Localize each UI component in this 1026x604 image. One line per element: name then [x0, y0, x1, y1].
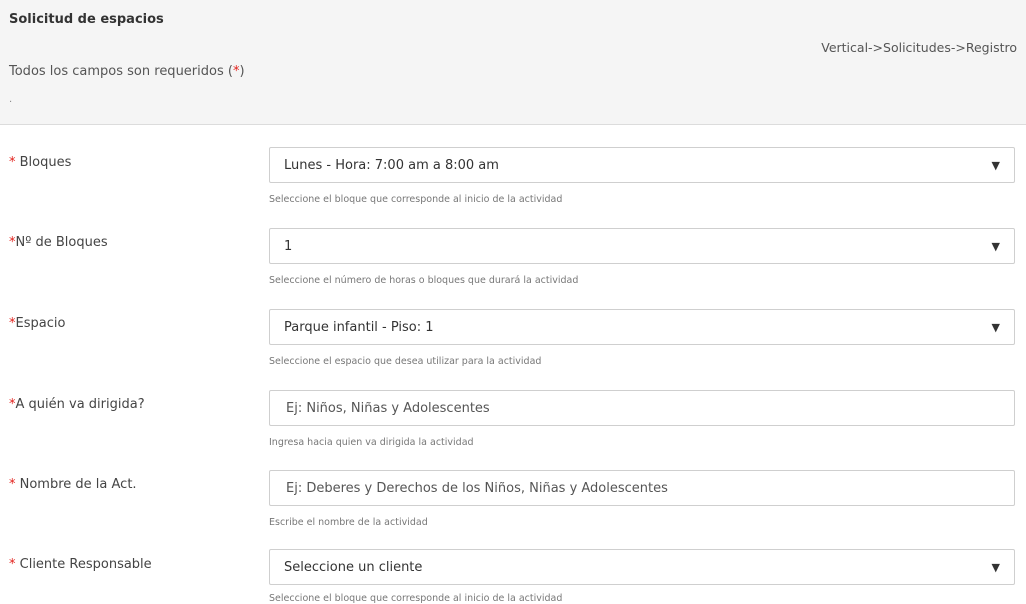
- cliente-label: * Cliente Responsable: [9, 557, 152, 572]
- n-bloques-help: Seleccione el número de horas o bloques …: [269, 275, 579, 286]
- bloques-label: * Bloques: [9, 155, 71, 170]
- n-bloques-label: *Nº de Bloques: [9, 235, 108, 250]
- cliente-select[interactable]: Seleccione un cliente ▼: [269, 549, 1015, 585]
- espacio-label: *Espacio: [9, 316, 65, 331]
- bloques-select-value: Lunes - Hora: 7:00 am a 8:00 am: [284, 157, 499, 173]
- cliente-help: Seleccione el bloque que corresponde al …: [269, 593, 563, 604]
- caret-down-icon: ▼: [991, 239, 1000, 253]
- espacio-select-value: Parque infantil - Piso: 1: [284, 319, 434, 335]
- dirigida-label-text: A quién va dirigida?: [15, 397, 145, 412]
- caret-down-icon: ▼: [991, 158, 1000, 172]
- espacio-label-text: Espacio: [15, 316, 66, 331]
- dirigida-input[interactable]: [284, 399, 1000, 417]
- cliente-label-text: Cliente Responsable: [15, 557, 152, 572]
- header-dot: .: [9, 94, 13, 105]
- required-note-close: ): [239, 64, 245, 79]
- page-title: Solicitud de espacios: [9, 12, 164, 27]
- dirigida-help: Ingresa hacia quien va dirigida la activ…: [269, 437, 474, 448]
- dirigida-field[interactable]: [269, 390, 1015, 426]
- bloques-label-text: Bloques: [15, 155, 72, 170]
- espacio-select[interactable]: Parque infantil - Piso: 1 ▼: [269, 309, 1015, 345]
- n-bloques-select[interactable]: 1 ▼: [269, 228, 1015, 264]
- page-header: Solicitud de espacios Vertical->Solicitu…: [0, 0, 1026, 125]
- cliente-select-value: Seleccione un cliente: [284, 559, 423, 575]
- caret-down-icon: ▼: [991, 560, 1000, 574]
- nombre-label-text: Nombre de la Act.: [15, 477, 137, 492]
- espacio-help: Seleccione el espacio que desea utilizar…: [269, 356, 542, 367]
- required-note-text: Todos los campos son requeridos (: [9, 64, 233, 79]
- caret-down-icon: ▼: [991, 320, 1000, 334]
- required-fields-note: Todos los campos son requeridos (*): [9, 64, 245, 79]
- n-bloques-select-value: 1: [284, 238, 293, 254]
- nombre-input[interactable]: [284, 479, 1000, 497]
- nombre-label: * Nombre de la Act.: [9, 477, 137, 492]
- bloques-help: Seleccione el bloque que corresponde al …: [269, 194, 563, 205]
- bloques-select[interactable]: Lunes - Hora: 7:00 am a 8:00 am ▼: [269, 147, 1015, 183]
- dirigida-label: *A quién va dirigida?: [9, 397, 145, 412]
- n-bloques-label-text: Nº de Bloques: [15, 235, 108, 250]
- breadcrumb: Vertical->Solicitudes->Registro: [821, 40, 1017, 55]
- nombre-field[interactable]: [269, 470, 1015, 506]
- nombre-help: Escribe el nombre de la actividad: [269, 517, 428, 528]
